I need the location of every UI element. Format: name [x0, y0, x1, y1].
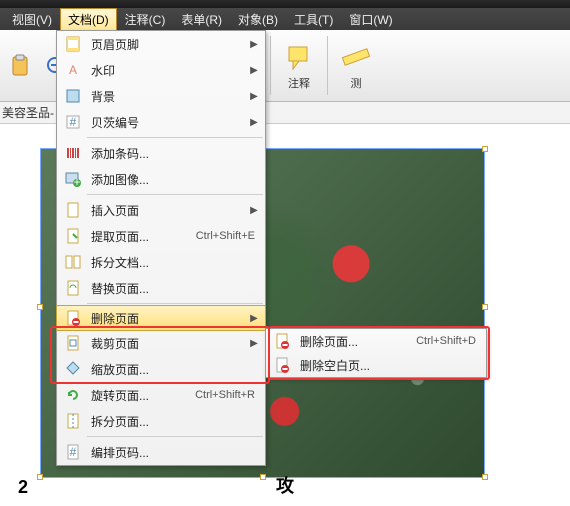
extract-page-icon: [61, 228, 85, 244]
split-doc-icon: [61, 254, 85, 270]
menu-form[interactable]: 表单(R): [173, 8, 230, 31]
selection-handle[interactable]: [482, 304, 488, 310]
annotate-icon: [283, 41, 315, 73]
submenu-delete-blank[interactable]: 删除空白页...: [266, 353, 486, 377]
submenu-delete-page[interactable]: 删除页面... Ctrl+Shift+D: [266, 329, 486, 353]
rotate-page-icon: [61, 387, 85, 403]
crop-page-icon: [61, 335, 85, 351]
page-text-fragment: 攻: [276, 472, 294, 498]
menu-add-barcode[interactable]: 添加条码...: [57, 140, 265, 166]
menu-rotate-page[interactable]: 旋转页面... Ctrl+Shift+R: [57, 382, 265, 408]
delete-page-icon: [270, 333, 294, 349]
chevron-right-icon: ▶: [249, 313, 259, 324]
svg-text:+: +: [73, 175, 80, 187]
svg-text:A: A: [69, 63, 77, 77]
menu-header-footer[interactable]: 页眉页脚▶: [57, 31, 265, 57]
ribbon-label: 测: [351, 75, 362, 91]
menu-split-page[interactable]: 拆分页面...: [57, 408, 265, 434]
menu-replace-page[interactable]: 替换页面...: [57, 275, 265, 301]
menu-extract-page[interactable]: 提取页面... Ctrl+Shift+E: [57, 223, 265, 249]
menu-insert-page[interactable]: 插入页面▶: [57, 197, 265, 223]
selection-handle[interactable]: [482, 474, 488, 480]
barcode-icon: [61, 145, 85, 161]
menu-scale-page[interactable]: 缩放页面...: [57, 356, 265, 382]
menu-document[interactable]: 文档(D): [60, 8, 117, 31]
menu-window[interactable]: 窗口(W): [341, 8, 400, 31]
add-image-icon: +: [61, 171, 85, 187]
number-page-icon: #: [61, 444, 85, 460]
chevron-right-icon: ▶: [249, 205, 259, 216]
clipboard-icon: [8, 54, 32, 78]
page-text-fragment: 2: [18, 477, 28, 498]
selection-handle[interactable]: [37, 474, 43, 480]
header-footer-icon: [61, 36, 85, 52]
menu-number-page[interactable]: # 编排页码...: [57, 439, 265, 465]
menu-view[interactable]: 视图(V): [4, 8, 60, 31]
svg-text:#: #: [70, 445, 77, 459]
delete-page-submenu: 删除页面... Ctrl+Shift+D 删除空白页...: [265, 328, 487, 378]
chevron-right-icon: ▶: [249, 91, 259, 102]
selection-handle[interactable]: [482, 146, 488, 152]
insert-page-icon: [61, 202, 85, 218]
menu-crop-page[interactable]: 裁剪页面▶: [57, 330, 265, 356]
svg-text:#: #: [70, 115, 77, 129]
ribbon-measure[interactable]: 测: [330, 30, 382, 101]
menu-background[interactable]: 背景▶: [57, 83, 265, 109]
replace-page-icon: [61, 280, 85, 296]
chevron-right-icon: ▶: [249, 65, 259, 76]
menu-delete-page[interactable]: 删除页面▶: [56, 305, 266, 331]
delete-blank-icon: [270, 357, 294, 373]
menu-object[interactable]: 对象(B): [230, 8, 286, 31]
menu-tools[interactable]: 工具(T): [286, 8, 341, 31]
delete-page-icon: [61, 310, 85, 326]
menu-add-image[interactable]: + 添加图像...: [57, 166, 265, 192]
selection-handle[interactable]: [37, 304, 43, 310]
menu-comment[interactable]: 注释(C): [117, 8, 174, 31]
menu-split-document[interactable]: 拆分文档...: [57, 249, 265, 275]
menu-bates[interactable]: # 贝茨编号▶: [57, 109, 265, 135]
chevron-right-icon: ▶: [249, 338, 259, 349]
document-dropdown: 页眉页脚▶ A 水印▶ 背景▶ # 贝茨编号▶ 添加条码... + 添加图像..…: [56, 30, 266, 466]
accelerator: Ctrl+Shift+R: [195, 389, 259, 401]
ribbon-paste[interactable]: [2, 30, 38, 101]
chevron-right-icon: ▶: [249, 39, 259, 50]
bates-icon: #: [61, 114, 85, 130]
menu-watermark[interactable]: A 水印▶: [57, 57, 265, 83]
scale-page-icon: [61, 361, 85, 377]
selection-handle[interactable]: [260, 474, 266, 480]
ribbon-label: 注释: [288, 75, 310, 91]
menubar: 视图(V) 文档(D) 注释(C) 表单(R) 对象(B) 工具(T) 窗口(W…: [0, 8, 570, 30]
background-icon: [61, 88, 85, 104]
chevron-right-icon: ▶: [249, 117, 259, 128]
measure-icon: [340, 41, 372, 73]
watermark-icon: A: [61, 62, 85, 78]
accelerator: Ctrl+Shift+D: [416, 335, 480, 347]
split-page-icon: [61, 413, 85, 429]
tab-title[interactable]: 美容圣品-: [2, 104, 54, 121]
accelerator: Ctrl+Shift+E: [196, 230, 259, 242]
ribbon-annotate[interactable]: 注释: [273, 30, 325, 101]
